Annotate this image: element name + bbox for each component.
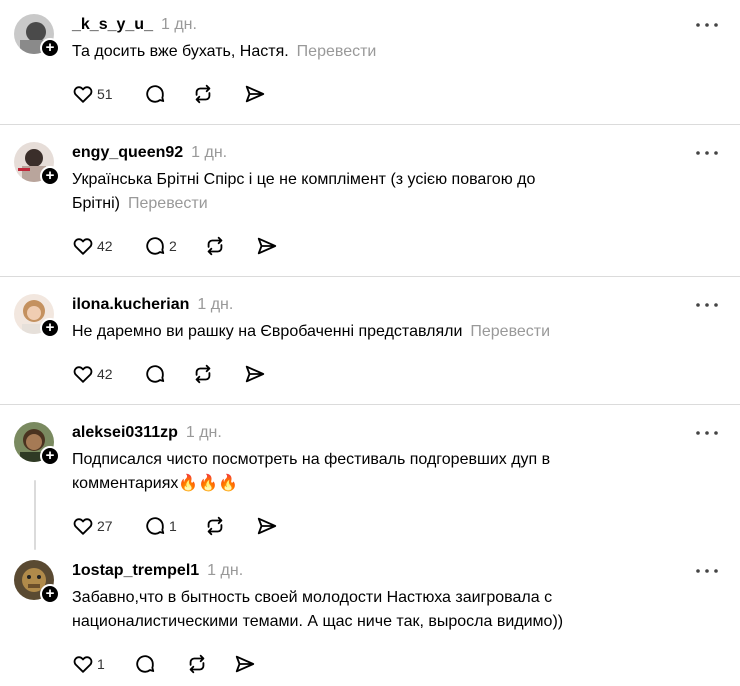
repost-icon xyxy=(195,364,211,384)
reply-button[interactable] xyxy=(144,362,166,386)
like-count: 27 xyxy=(97,518,113,534)
timestamp: 1 дн. xyxy=(207,562,244,579)
like-count: 1 xyxy=(97,656,105,672)
timestamp: 1 дн. xyxy=(185,424,222,441)
post-header: ilona.kucherian 1 дн. xyxy=(72,296,233,314)
comment-icon xyxy=(146,237,165,255)
like-count: 42 xyxy=(97,238,113,254)
more-icon[interactable] xyxy=(694,566,720,576)
follow-plus-icon[interactable]: + xyxy=(40,318,60,338)
translate-link[interactable]: Перевести xyxy=(297,43,377,60)
share-button[interactable] xyxy=(244,362,266,386)
comment-icon xyxy=(146,85,165,103)
timestamp: 1 дн. xyxy=(160,16,197,33)
comment-icon xyxy=(146,517,165,535)
like-button[interactable]: 42 xyxy=(72,234,113,258)
heart-icon xyxy=(73,238,93,255)
username[interactable]: _k_s_y_u_ xyxy=(72,16,153,33)
like-button[interactable]: 1 xyxy=(72,652,105,676)
post-header: aleksei0311zp 1 дн. xyxy=(72,424,222,442)
reply-button[interactable]: 2 xyxy=(144,234,177,258)
reply-count: 2 xyxy=(169,238,177,254)
divider xyxy=(0,276,740,277)
follow-plus-icon[interactable]: + xyxy=(40,446,60,466)
translate-link[interactable]: Перевести xyxy=(470,323,550,340)
more-icon[interactable] xyxy=(694,20,720,30)
post-text: Забавно,что в бытность своей молодости Н… xyxy=(72,586,612,634)
more-icon[interactable] xyxy=(694,148,720,158)
heart-icon xyxy=(73,86,93,103)
reply-count: 1 xyxy=(169,518,177,534)
reply-button[interactable] xyxy=(134,652,156,676)
username[interactable]: ilona.kucherian xyxy=(72,296,189,313)
post-text-content: Забавно,что в бытность своей молодости Н… xyxy=(72,589,564,630)
more-icon[interactable] xyxy=(694,300,720,310)
heart-icon xyxy=(73,366,93,383)
follow-plus-icon[interactable]: + xyxy=(40,38,60,58)
follow-plus-icon[interactable]: + xyxy=(40,584,60,604)
like-count: 51 xyxy=(97,86,113,102)
username[interactable]: aleksei0311zp xyxy=(72,424,178,441)
divider xyxy=(0,124,740,125)
post-header: engy_queen92 1 дн. xyxy=(72,144,227,162)
repost-icon xyxy=(189,654,205,674)
share-button[interactable] xyxy=(256,514,278,538)
post-text: Та досить вже бухать, Настя. Перевести xyxy=(72,40,612,64)
repost-icon xyxy=(195,84,211,104)
repost-button[interactable] xyxy=(204,234,226,258)
repost-button[interactable] xyxy=(192,82,214,106)
repost-button[interactable] xyxy=(204,514,226,538)
share-button[interactable] xyxy=(244,82,266,106)
like-count: 42 xyxy=(97,366,113,382)
timestamp: 1 дн. xyxy=(191,144,228,161)
more-icon[interactable] xyxy=(694,428,720,438)
timestamp: 1 дн. xyxy=(197,296,234,313)
like-button[interactable]: 27 xyxy=(72,514,113,538)
post-text-content: Не даремно ви рашку на Євробаченні предс… xyxy=(72,323,463,340)
send-icon xyxy=(245,85,265,103)
send-icon xyxy=(235,655,255,673)
repost-icon xyxy=(207,516,223,536)
username[interactable]: 1ostap_trempel1 xyxy=(72,562,199,579)
thread-line xyxy=(34,480,36,550)
like-button[interactable]: 51 xyxy=(72,82,113,106)
post-text-content: Та досить вже бухать, Настя. xyxy=(72,43,289,60)
post-text-content: Подписался чисто посмотреть на фестиваль… xyxy=(72,451,551,492)
repost-icon xyxy=(207,236,223,256)
post-text: Не даремно ви рашку на Євробаченні предс… xyxy=(72,320,612,344)
send-icon xyxy=(245,365,265,383)
post-text: Подписался чисто посмотреть на фестиваль… xyxy=(72,448,612,496)
post-text: Українська Брітні Спірс і це не компліме… xyxy=(72,168,612,216)
comment-icon xyxy=(136,655,155,673)
reply-button[interactable]: 1 xyxy=(144,514,177,538)
post-header: 1ostap_trempel1 1 дн. xyxy=(72,562,243,580)
username[interactable]: engy_queen92 xyxy=(72,144,183,161)
comment-icon xyxy=(146,365,165,383)
send-icon xyxy=(257,517,277,535)
translate-link[interactable]: Перевести xyxy=(128,195,208,212)
repost-button[interactable] xyxy=(192,362,214,386)
heart-icon xyxy=(73,656,93,673)
send-icon xyxy=(257,237,277,255)
share-button[interactable] xyxy=(234,652,256,676)
like-button[interactable]: 42 xyxy=(72,362,113,386)
divider xyxy=(0,404,740,405)
reply-button[interactable] xyxy=(144,82,166,106)
heart-icon xyxy=(73,518,93,535)
repost-button[interactable] xyxy=(186,652,208,676)
post-header: _k_s_y_u_ 1 дн. xyxy=(72,16,197,34)
follow-plus-icon[interactable]: + xyxy=(40,166,60,186)
share-button[interactable] xyxy=(256,234,278,258)
